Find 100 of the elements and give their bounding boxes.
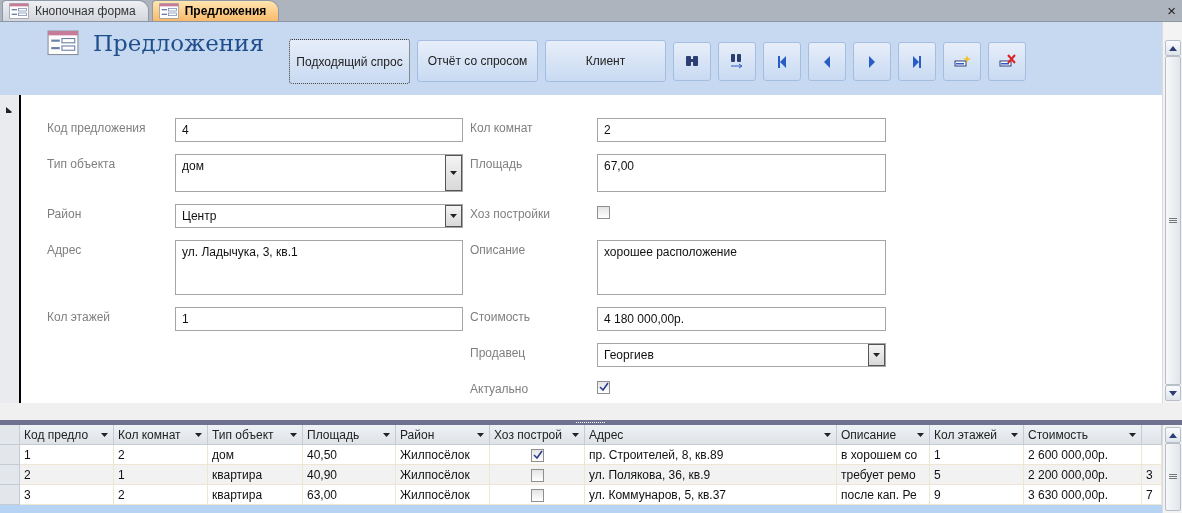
table-cell: дом: [208, 445, 303, 465]
field-label: Кол этажей: [47, 309, 112, 326]
checkbox[interactable]: [530, 469, 544, 482]
sort-arrow-icon: [383, 431, 391, 438]
document-tab[interactable]: Предложения: [151, 0, 280, 21]
checkbox[interactable]: [597, 381, 610, 394]
text-field[interactable]: ул. Ладычука, 3, кв.1: [175, 240, 463, 295]
sort-arrow-icon: [477, 431, 485, 438]
form-icon: [158, 3, 179, 19]
table-cell: 2 200 000,00р.: [1024, 465, 1142, 485]
up-arrow-icon: [1168, 432, 1177, 438]
dropdown-arrow-icon: [873, 353, 880, 357]
table-cell: 2: [114, 485, 208, 505]
table-cell: 40,90: [303, 465, 396, 485]
document-tab[interactable]: Кнопочная форма: [2, 0, 149, 21]
column-header[interactable]: Площадь: [303, 425, 396, 445]
table-cell: 2 600 000,00р.: [1024, 445, 1142, 465]
table-cell: Жилпосёлок: [396, 485, 490, 505]
text-field[interactable]: 4 180 000,00р.: [597, 307, 886, 331]
close-button[interactable]: ×: [1167, 2, 1176, 19]
table-cell: Жилпосёлок: [396, 465, 490, 485]
table-cell: 3: [20, 485, 114, 505]
table-cell: ул. Полякова, 36, кв.9: [585, 465, 837, 485]
table-cell: 5: [930, 465, 1024, 485]
checkbox[interactable]: [530, 489, 544, 502]
sort-arrow-icon: [195, 431, 203, 438]
command-button[interactable]: Клиент: [545, 40, 666, 82]
toolbar-button[interactable]: [988, 42, 1026, 81]
table-cell: 2: [114, 445, 208, 465]
scroll-down-button[interactable]: [1164, 385, 1181, 401]
table-cell: пр. Строителей, 8, кв.89: [585, 445, 837, 465]
toolbar-button[interactable]: [898, 42, 936, 81]
sort-arrow-icon: [824, 431, 832, 438]
combo-box[interactable]: Георгиев: [597, 343, 886, 367]
text-field[interactable]: хорошее расположение: [597, 240, 886, 295]
record-pointer-icon: [6, 107, 14, 113]
scrollbar-thumb[interactable]: [1164, 56, 1181, 385]
table-cell: требует ремо: [837, 465, 930, 485]
field-label: Код предложения: [47, 120, 147, 137]
table-cell: в хорошем со: [837, 445, 930, 465]
column-header[interactable]: Район: [396, 425, 490, 445]
text-field[interactable]: 67,00: [597, 154, 886, 192]
toolbar-button[interactable]: [763, 42, 801, 81]
table-cell: 2: [20, 465, 114, 485]
column-header[interactable]: Стоимость: [1024, 425, 1142, 445]
command-button[interactable]: Отчёт со спросом: [417, 40, 538, 82]
sort-arrow-icon: [572, 431, 580, 438]
checkbox[interactable]: [597, 206, 610, 219]
table-cell: 1: [930, 445, 1024, 465]
form-title: Предложения: [93, 30, 264, 56]
field-label: Район: [47, 206, 83, 223]
column-header[interactable]: Хоз построй: [490, 425, 585, 445]
text-field[interactable]: 4: [175, 118, 463, 142]
sort-arrow-icon: [1011, 431, 1019, 438]
down-arrow-icon: [1168, 390, 1177, 396]
scroll-up-button[interactable]: [1164, 427, 1181, 443]
table-cell: 3: [1142, 465, 1162, 485]
up-arrow-icon: [1168, 45, 1177, 51]
sort-arrow-icon: [101, 431, 109, 438]
toolbar-button[interactable]: [673, 42, 711, 81]
table-cell: Жилпосёлок: [396, 445, 490, 465]
scrollbar-thumb[interactable]: [1164, 443, 1181, 511]
field-label: Тип объекта: [47, 156, 117, 173]
field-label: Стоимость: [470, 309, 532, 326]
column-header[interactable]: Адрес: [585, 425, 837, 445]
text-field[interactable]: 1: [175, 307, 463, 331]
command-button[interactable]: Подходящий спрос: [289, 39, 410, 84]
field-label: Описание: [470, 242, 527, 259]
column-header[interactable]: Кол комнат: [114, 425, 208, 445]
sort-arrow-icon: [917, 431, 925, 438]
table-cell: 1: [20, 445, 114, 465]
field-label: Продавец: [470, 345, 527, 362]
form-icon: [9, 3, 29, 19]
column-header[interactable]: Описание: [837, 425, 930, 445]
combo-box[interactable]: дом: [175, 154, 463, 192]
table-cell: 1: [114, 465, 208, 485]
combo-box[interactable]: Центр: [175, 204, 463, 228]
checkbox[interactable]: [530, 449, 544, 462]
field-label: Кол комнат: [470, 120, 534, 137]
field-label: Хоз постройки: [470, 206, 551, 223]
table-cell: 40,50: [303, 445, 396, 465]
table-cell: 63,00: [303, 485, 396, 505]
sort-arrow-icon: [1129, 431, 1137, 438]
column-header[interactable]: Кол этажей: [930, 425, 1024, 445]
table-cell: 3 630 000,00р.: [1024, 485, 1142, 505]
column-header[interactable]: Тип объект: [208, 425, 303, 445]
field-label: Актуально: [470, 381, 530, 398]
text-field[interactable]: 2: [597, 118, 886, 142]
table-cell: 9: [930, 485, 1024, 505]
table-cell: ул. Коммунаров, 5, кв.37: [585, 485, 837, 505]
form-icon: [47, 30, 79, 56]
table-cell: после кап. Ре: [837, 485, 930, 505]
dropdown-arrow-icon: [450, 171, 457, 175]
sort-arrow-icon: [290, 431, 298, 438]
field-label: Площадь: [470, 156, 524, 173]
scroll-up-button[interactable]: [1164, 40, 1181, 56]
field-label: Адрес: [47, 242, 83, 259]
column-header[interactable]: Код предло: [20, 425, 114, 445]
table-cell: квартира: [208, 465, 303, 485]
toolbar-button[interactable]: [718, 42, 756, 81]
